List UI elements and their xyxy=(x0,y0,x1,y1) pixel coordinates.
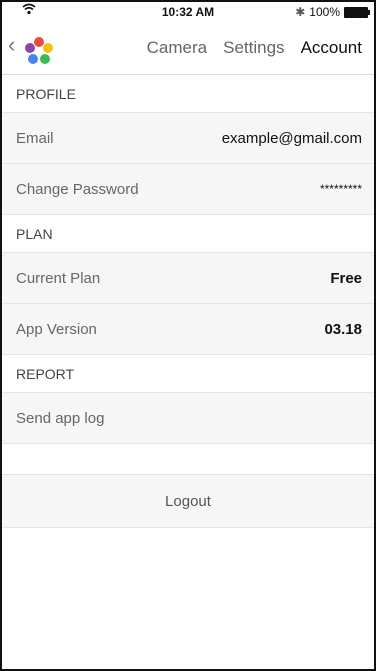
send-app-log-label: Send app log xyxy=(16,409,105,427)
section-header-report: REPORT xyxy=(2,355,374,393)
battery-icon xyxy=(344,6,370,18)
section-header-plan: PLAN xyxy=(2,215,374,253)
tab-account[interactable]: Account xyxy=(301,38,362,58)
current-plan-row[interactable]: Current Plan Free xyxy=(2,253,374,304)
app-version-label: App Version xyxy=(16,320,97,338)
spacer xyxy=(2,444,374,475)
logout-button[interactable]: Logout xyxy=(2,475,374,528)
battery-percent: 100% xyxy=(309,5,340,19)
nav-tabs: Camera Settings Account xyxy=(147,22,362,74)
app-version-row: App Version 03.18 xyxy=(2,304,374,355)
email-label: Email xyxy=(16,129,54,147)
nav-bar: ‹ Camera Settings Account xyxy=(2,22,374,75)
status-right: ✱ 100% xyxy=(295,5,370,19)
back-chevron-icon[interactable]: ‹ xyxy=(8,32,15,58)
status-bar: 10:32 AM ✱ 100% xyxy=(2,2,374,22)
change-password-row[interactable]: Change Password ********* xyxy=(2,164,374,215)
current-plan-label: Current Plan xyxy=(16,269,101,287)
current-plan-value: Free xyxy=(330,269,362,287)
phone-screen: 10:32 AM ✱ 100% ‹ Camera Settings Accoun… xyxy=(0,0,376,671)
email-value: example@gmail.com xyxy=(221,129,362,147)
email-row[interactable]: Email example@gmail.com xyxy=(2,113,374,164)
password-mask: ********* xyxy=(319,182,362,196)
app-logo-icon[interactable] xyxy=(24,36,54,66)
app-version-value: 03.18 xyxy=(324,320,362,338)
tab-camera[interactable]: Camera xyxy=(147,38,207,58)
section-header-profile: PROFILE xyxy=(2,75,374,113)
send-app-log-row[interactable]: Send app log xyxy=(2,393,374,444)
tab-settings[interactable]: Settings xyxy=(223,38,284,58)
change-password-label: Change Password xyxy=(16,180,139,198)
bluetooth-icon: ✱ xyxy=(295,5,306,19)
